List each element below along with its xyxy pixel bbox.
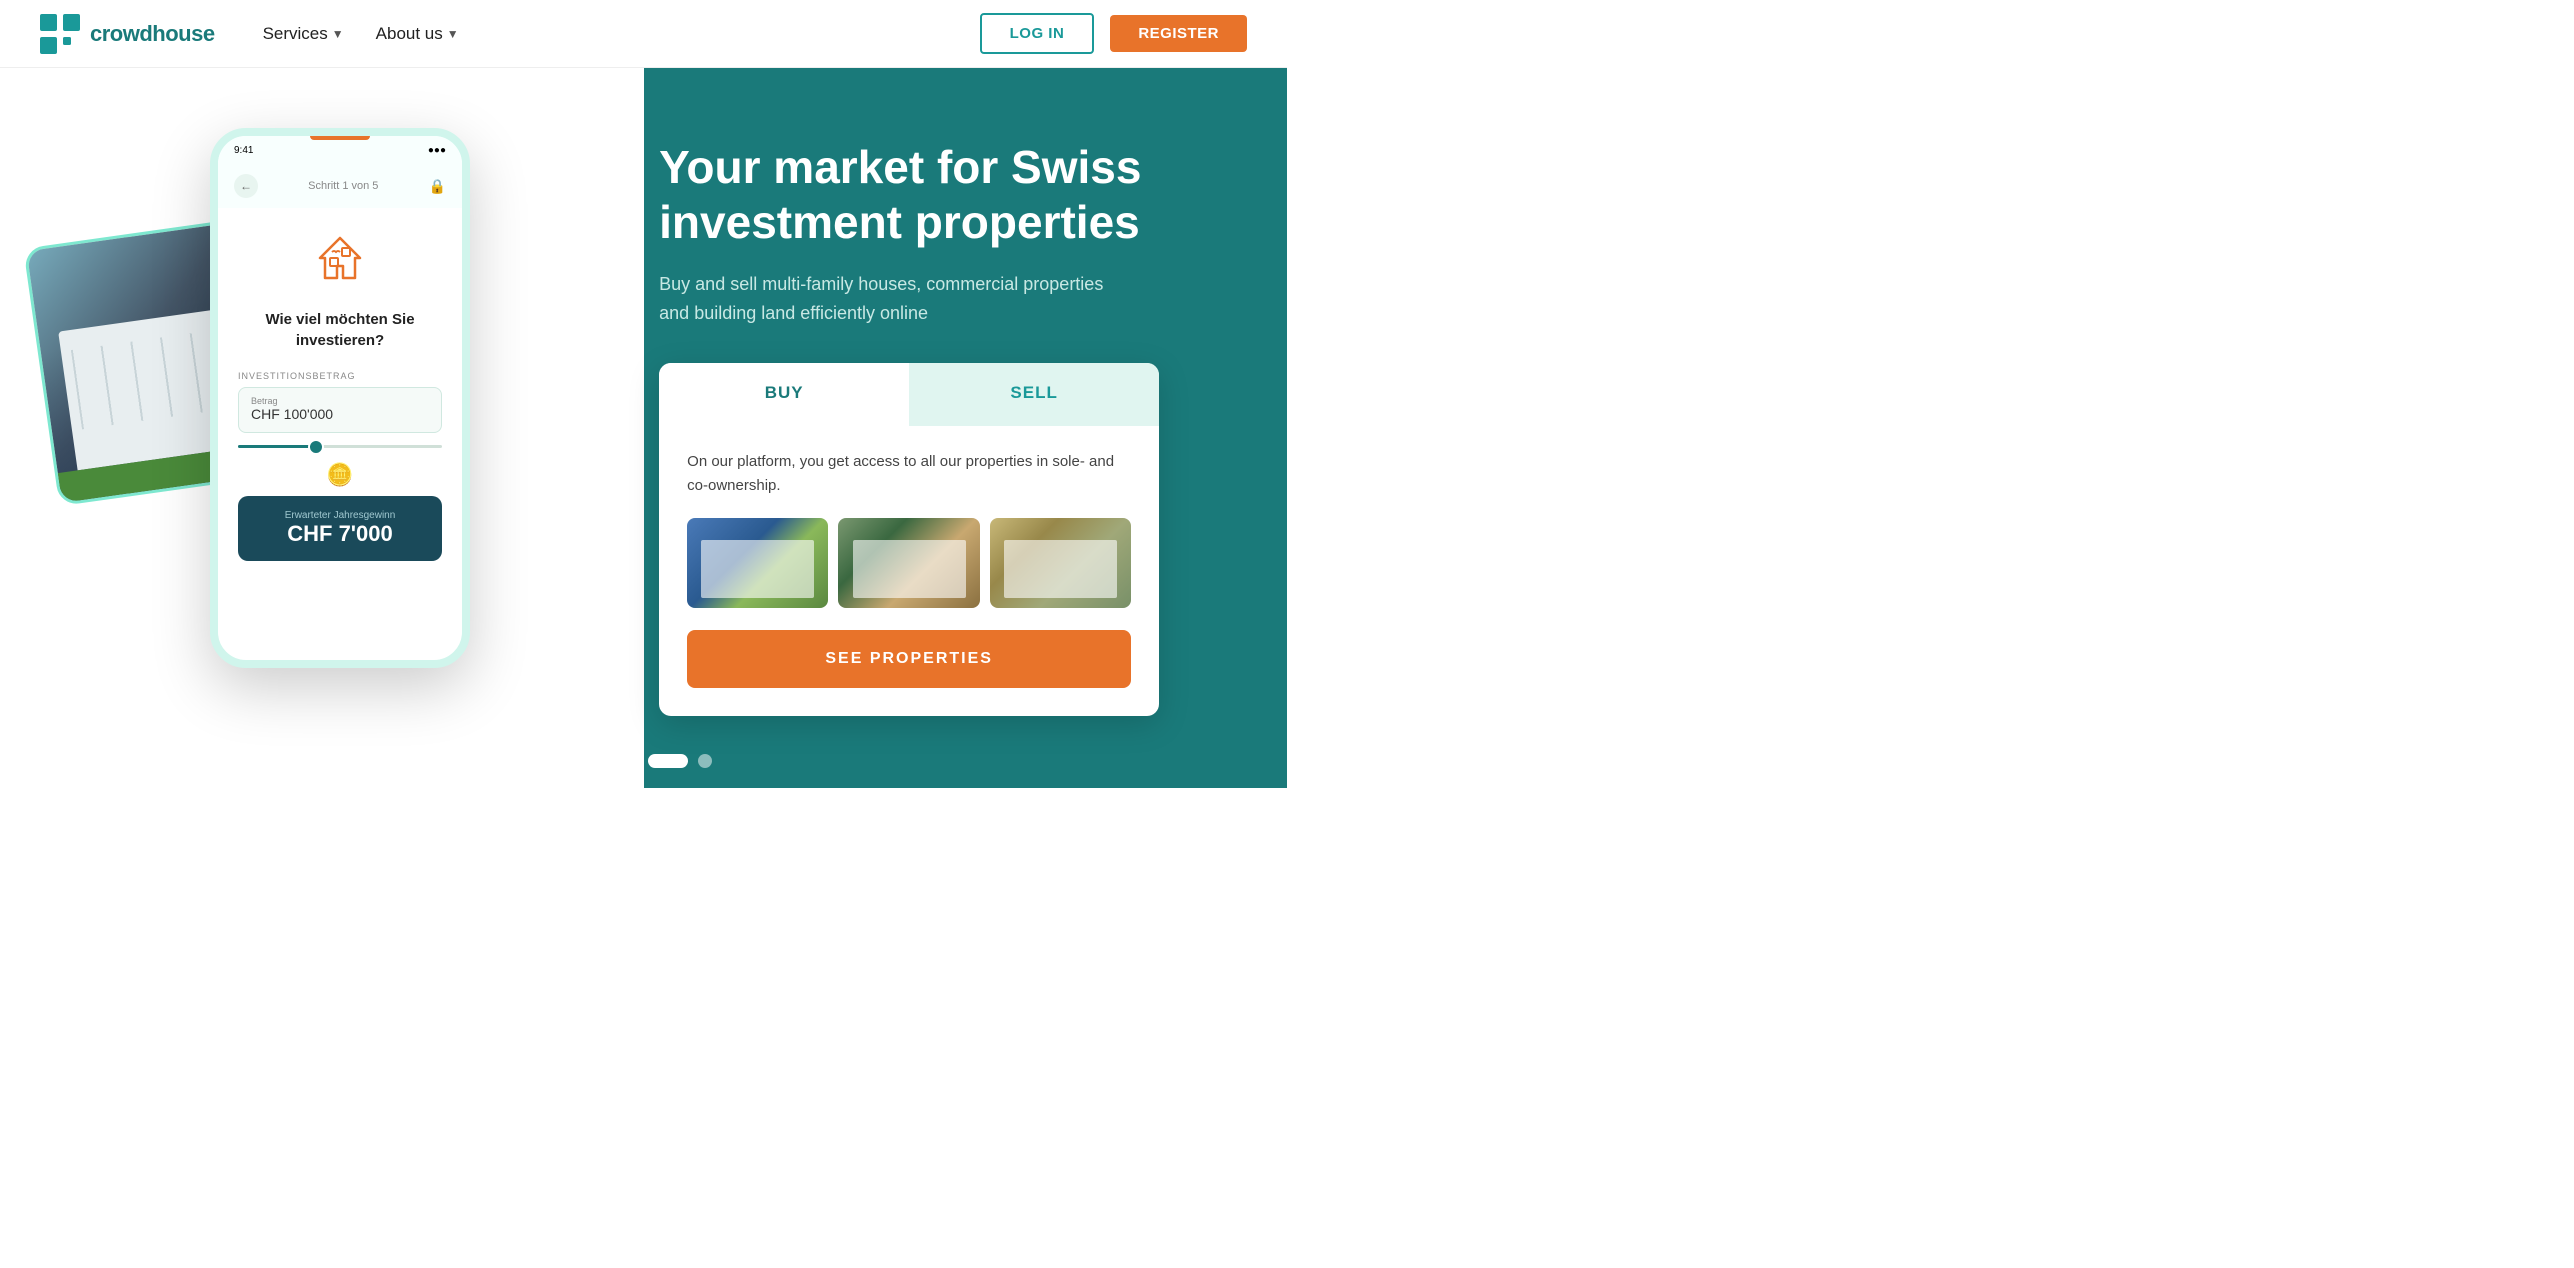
phone-accent bbox=[310, 136, 370, 140]
logo-text: crowdhouse bbox=[90, 21, 215, 47]
lock-icon: 🔒 bbox=[429, 178, 446, 195]
login-button[interactable]: LOG IN bbox=[980, 13, 1095, 54]
investment-slider[interactable] bbox=[238, 445, 442, 448]
property-image-2 bbox=[838, 518, 979, 608]
dot-1[interactable] bbox=[576, 754, 590, 768]
slider-thumb bbox=[308, 439, 324, 455]
card-description: On our platform, you get access to all o… bbox=[687, 450, 1131, 498]
nav-services[interactable]: Services ▼ bbox=[263, 24, 344, 44]
tab-sell[interactable]: SELL bbox=[909, 363, 1159, 426]
step-indicator: Schritt 1 von 5 bbox=[308, 180, 378, 192]
header: crowdhouse Services ▼ About us ▼ LOG IN … bbox=[0, 0, 1287, 68]
chevron-down-icon: ▼ bbox=[447, 27, 459, 41]
house-icon-area bbox=[238, 228, 442, 293]
property-card: BUY SELL On our platform, you get access… bbox=[659, 363, 1159, 716]
property-image-1 bbox=[687, 518, 828, 608]
dot-3[interactable] bbox=[624, 754, 638, 768]
logo[interactable]: crowdhouse bbox=[40, 14, 215, 54]
see-properties-button[interactable]: SEE PROPERTIES bbox=[687, 630, 1131, 688]
phone-device: 9:41 ●●● ← Schritt 1 von 5 🔒 bbox=[210, 128, 470, 668]
house-puzzle-icon bbox=[310, 228, 370, 288]
card-body: On our platform, you get access to all o… bbox=[659, 426, 1159, 716]
amount-value: CHF 100'000 bbox=[251, 406, 333, 422]
header-actions: LOG IN REGISTER bbox=[980, 13, 1247, 54]
phone-question: Wie viel möchten Sie investieren? bbox=[238, 309, 442, 351]
main-nav: Services ▼ About us ▼ bbox=[263, 24, 459, 44]
status-icons: ●●● bbox=[428, 145, 446, 156]
coins-icon: 🪙 bbox=[238, 462, 442, 488]
result-value: CHF 7'000 bbox=[254, 521, 426, 547]
carousel-dots bbox=[576, 754, 712, 768]
slider-fill bbox=[238, 445, 316, 448]
nav-about[interactable]: About us ▼ bbox=[376, 24, 459, 44]
hero-section: 9:41 ●●● ← Schritt 1 von 5 🔒 bbox=[0, 68, 1287, 788]
result-card: Erwarteter Jahresgewinn CHF 7'000 bbox=[238, 496, 442, 561]
amount-label: Betrag bbox=[251, 396, 429, 406]
tab-buy[interactable]: BUY bbox=[659, 363, 909, 426]
chevron-down-icon: ▼ bbox=[332, 27, 344, 41]
logo-icon bbox=[40, 14, 80, 54]
phone-top-bar: ← Schritt 1 von 5 🔒 bbox=[218, 164, 462, 208]
register-button[interactable]: REGISTER bbox=[1110, 15, 1247, 52]
dot-4-active[interactable] bbox=[648, 754, 688, 768]
investment-input[interactable]: Betrag CHF 100'000 bbox=[238, 387, 442, 433]
property-image-3 bbox=[990, 518, 1131, 608]
hero-content: Your market for Swiss investment propert… bbox=[579, 68, 1287, 788]
property-images bbox=[687, 518, 1131, 608]
status-time: 9:41 bbox=[234, 145, 253, 156]
investment-label: INVESTITIONSBETRAG bbox=[238, 371, 442, 381]
hero-subtitle: Buy and sell multi-family houses, commer… bbox=[659, 270, 1119, 328]
phone-status-bar: 9:41 ●●● bbox=[218, 136, 462, 164]
result-label: Erwarteter Jahresgewinn bbox=[254, 510, 426, 521]
phone-mockup-container: 9:41 ●●● ← Schritt 1 von 5 🔒 bbox=[30, 108, 610, 788]
dot-2[interactable] bbox=[600, 754, 614, 768]
hero-title: Your market for Swiss investment propert… bbox=[659, 140, 1227, 250]
phone-content: Wie viel möchten Sie investieren? INVEST… bbox=[218, 208, 462, 573]
card-tabs: BUY SELL bbox=[659, 363, 1159, 426]
dot-5[interactable] bbox=[698, 754, 712, 768]
back-button[interactable]: ← bbox=[234, 174, 258, 198]
